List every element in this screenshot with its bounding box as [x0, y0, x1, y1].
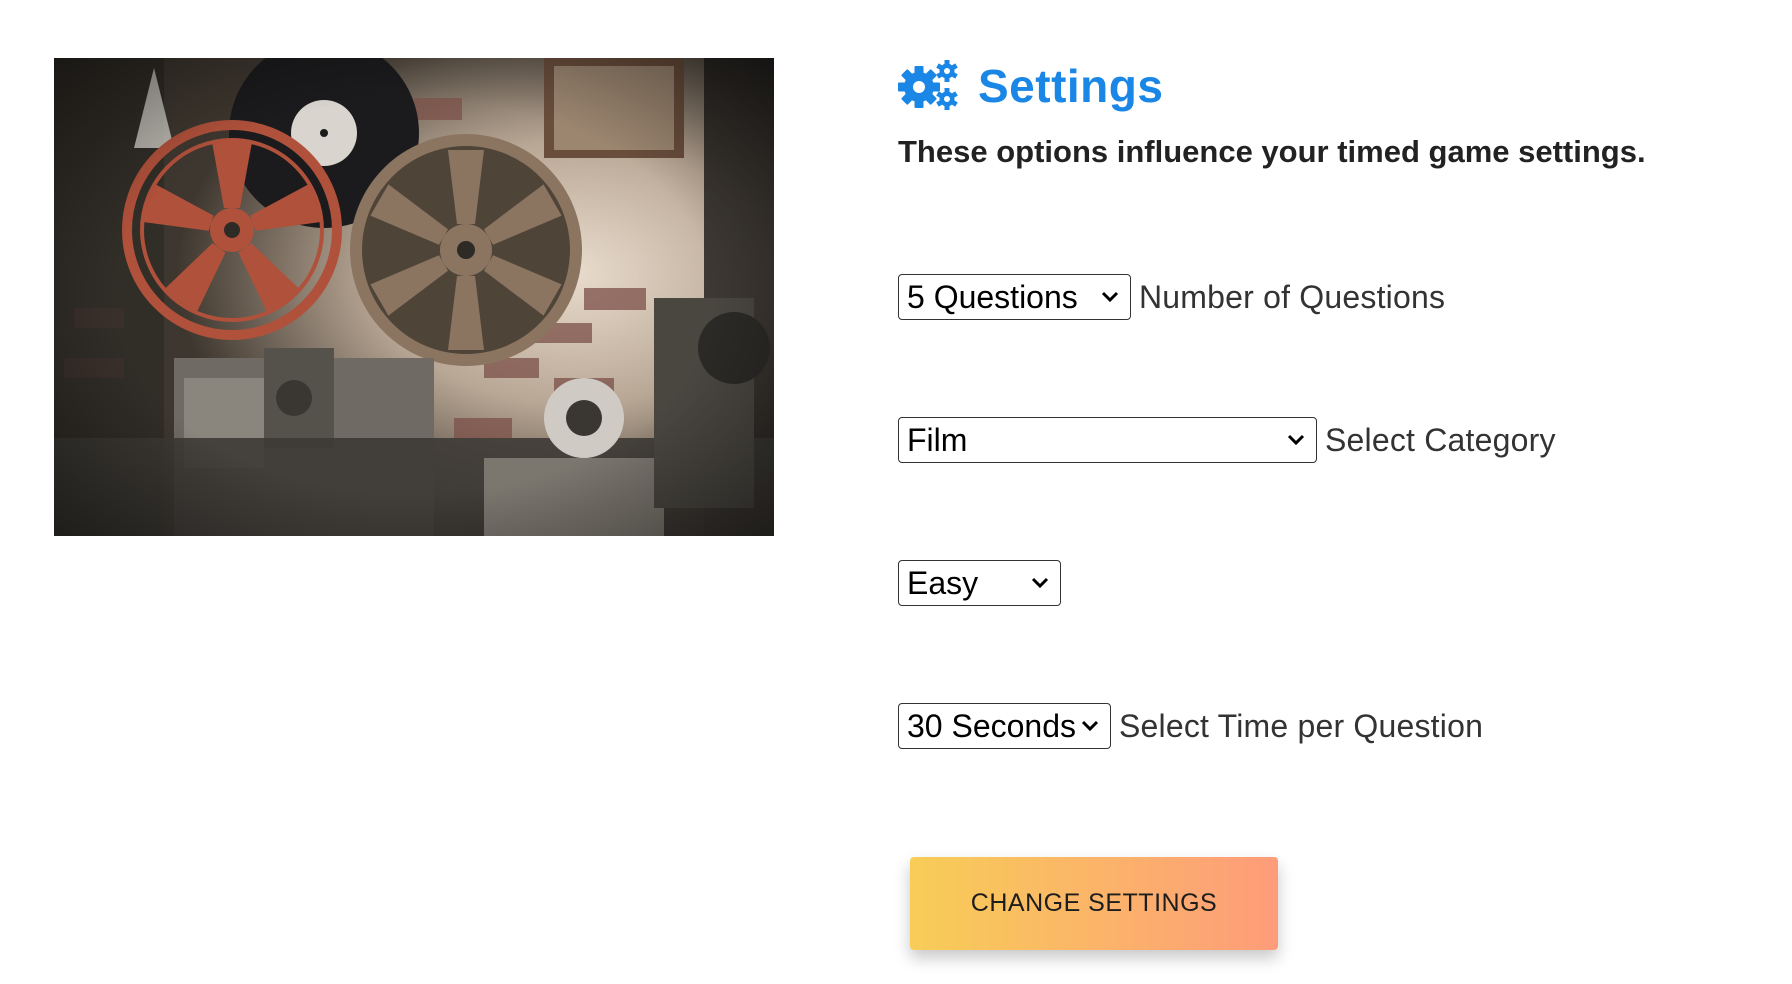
- category-label: Select Category: [1325, 421, 1556, 458]
- settings-panel: Settings These options influence your ti…: [898, 56, 1718, 950]
- questions-row: 5 Questions Number of Questions: [898, 274, 1445, 320]
- category-select[interactable]: Film: [898, 417, 1317, 463]
- chevron-down-icon: [1287, 434, 1305, 446]
- settings-heading: Settings: [898, 56, 1718, 116]
- chevron-down-icon: [1031, 577, 1049, 589]
- film-reels-photo: [54, 58, 774, 536]
- difficulty-row: Easy: [898, 560, 1069, 606]
- settings-title: Settings: [978, 60, 1164, 112]
- category-value: Film: [907, 421, 968, 458]
- settings-page: Settings These options influence your ti…: [0, 0, 1792, 984]
- gears-icon: [898, 60, 958, 110]
- number-of-questions-value: 5 Questions: [907, 278, 1078, 315]
- time-row: 30 Seconds Select Time per Question: [898, 703, 1483, 749]
- time-per-question-select[interactable]: 30 Seconds: [898, 703, 1111, 749]
- difficulty-value: Easy: [907, 564, 979, 601]
- settings-subtitle: These options influence your timed game …: [898, 134, 1646, 169]
- time-per-question-value: 30 Seconds: [907, 707, 1077, 744]
- chevron-down-icon: [1101, 291, 1119, 303]
- difficulty-select[interactable]: Easy: [898, 560, 1061, 606]
- number-of-questions-label: Number of Questions: [1139, 278, 1446, 315]
- number-of-questions-select[interactable]: 5 Questions: [898, 274, 1131, 320]
- time-per-question-label: Select Time per Question: [1119, 707, 1484, 744]
- change-settings-button[interactable]: CHANGE SETTINGS: [910, 857, 1278, 950]
- category-row: Film Select Category: [898, 417, 1556, 463]
- chevron-down-icon: [1081, 720, 1099, 732]
